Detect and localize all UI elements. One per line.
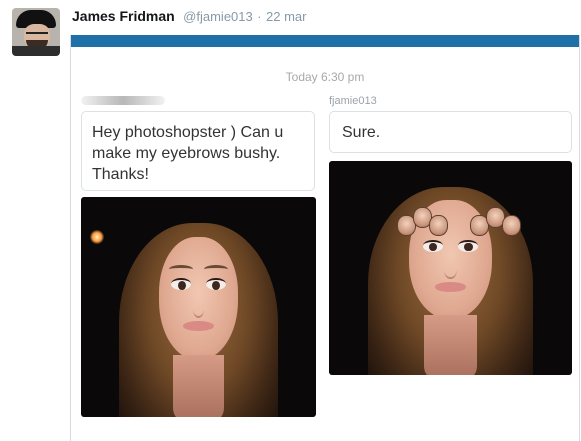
- blurred-sender-name: [81, 96, 165, 105]
- right-eyebrow: [204, 265, 228, 274]
- chat-header-bar: [71, 35, 579, 47]
- tweet-header: James Fridman @fjamie013 · 22 mar: [72, 8, 306, 26]
- right-eye: [457, 240, 479, 252]
- meta-separator: ·: [257, 9, 262, 24]
- photo-nose: [192, 298, 205, 318]
- right-sender-name: fjamie013: [329, 95, 377, 107]
- tweet: James Fridman @fjamie013 · 22 mar Today …: [0, 0, 581, 441]
- eyebrow-face: [428, 214, 448, 236]
- photo-neck: [423, 315, 478, 375]
- tweet-date[interactable]: 22 mar: [266, 9, 306, 24]
- author-handle[interactable]: @fjamie013: [183, 9, 253, 24]
- original-photo[interactable]: [81, 197, 316, 417]
- chat-timestamp: Today 6:30 pm: [285, 70, 365, 84]
- left-eyebrow: [169, 265, 193, 274]
- photo-nose: [444, 259, 457, 279]
- photo-neck: [172, 355, 225, 417]
- left-message-bubble: Hey photoshopster ) Can u make my eyebro…: [81, 111, 315, 191]
- right-message-bubble: Sure.: [329, 111, 572, 153]
- avatar-shirt: [12, 46, 60, 56]
- photo-lips: [434, 281, 467, 292]
- eyebrow-face: [501, 214, 521, 236]
- author-name[interactable]: James Fridman: [72, 8, 175, 24]
- chat-screenshot[interactable]: Today 6:30 pm fjamie013 Hey photoshopste…: [70, 35, 580, 441]
- light-flare: [90, 230, 105, 244]
- edited-photo[interactable]: [329, 161, 572, 375]
- avatar-glasses: [26, 32, 48, 39]
- left-eye: [422, 240, 444, 252]
- right-eye: [205, 278, 226, 291]
- author-avatar[interactable]: [12, 8, 60, 56]
